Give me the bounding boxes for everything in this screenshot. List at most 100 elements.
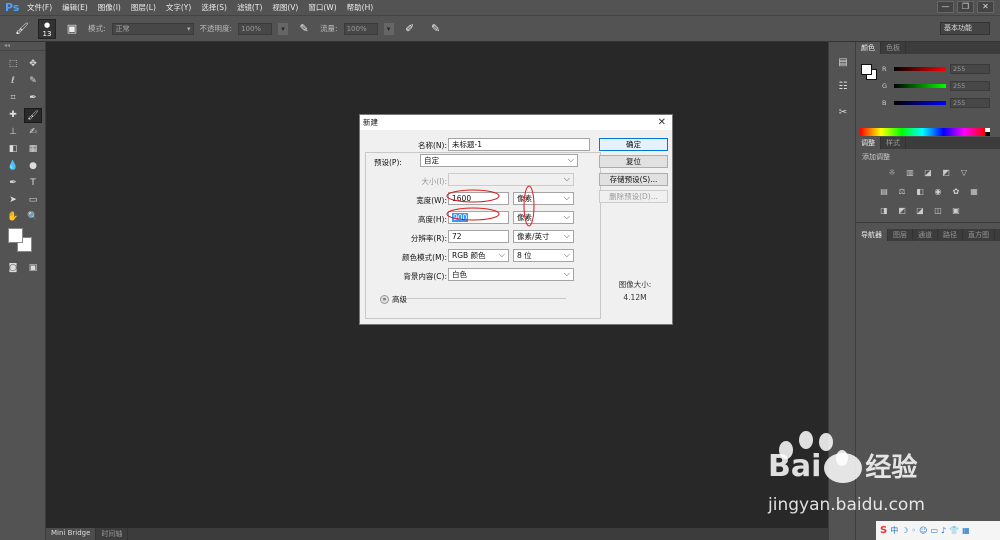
advanced-toggle[interactable]: » 高级 bbox=[380, 294, 407, 305]
selective-color-icon[interactable]: ◫ bbox=[932, 205, 944, 216]
slider-value-g[interactable]: 255 bbox=[950, 81, 990, 91]
slider-value-b[interactable]: 255 bbox=[950, 98, 990, 108]
history-panel-icon[interactable]: ▤ bbox=[835, 56, 851, 70]
marquee-tool-icon[interactable]: ⬚ bbox=[4, 57, 22, 72]
blur-tool-icon[interactable]: 💧 bbox=[4, 159, 22, 174]
tab-histogram[interactable]: 直方图 bbox=[963, 229, 995, 241]
gradient-tool-icon[interactable]: ▦ bbox=[24, 142, 42, 157]
path-select-icon[interactable]: ➤ bbox=[4, 193, 22, 208]
exposure-icon[interactable]: ◩ bbox=[940, 167, 952, 178]
background-select[interactable]: 白色 bbox=[448, 268, 574, 281]
color-swatches[interactable] bbox=[8, 228, 34, 254]
resolution-input[interactable]: 72 bbox=[448, 230, 509, 243]
brightness-icon[interactable]: ☼ bbox=[886, 167, 898, 178]
flow-dropdown[interactable]: ▾ bbox=[383, 22, 394, 35]
menu-edit[interactable]: 编辑(E) bbox=[62, 2, 88, 13]
curves-icon[interactable]: ◪ bbox=[922, 167, 934, 178]
slider-b[interactable] bbox=[894, 101, 946, 105]
menu-file[interactable]: 文件(F) bbox=[27, 2, 52, 13]
hue-saturation-icon[interactable]: ▤ bbox=[878, 186, 890, 197]
tab-layers[interactable]: 图层 bbox=[888, 229, 913, 241]
ime-moon-icon[interactable]: ☽ bbox=[901, 526, 908, 535]
ime-punct-icon[interactable]: ◦ bbox=[911, 526, 916, 535]
height-input[interactable]: 900 bbox=[448, 211, 509, 224]
name-input[interactable]: 未标题-1 bbox=[448, 138, 590, 151]
brush-tool-icon[interactable]: 🖌 bbox=[24, 108, 42, 123]
restore-button[interactable]: ❐ bbox=[957, 1, 974, 13]
width-input[interactable]: 1600 bbox=[448, 192, 509, 205]
pressure-opacity-icon[interactable]: ✎ bbox=[294, 20, 314, 38]
tab-navigator[interactable]: 导航器 bbox=[856, 229, 888, 241]
lasso-tool-icon[interactable]: ℓ bbox=[4, 74, 22, 89]
posterize-icon[interactable]: ◩ bbox=[896, 205, 908, 216]
shape-tool-icon[interactable]: ▭ bbox=[24, 193, 42, 208]
photo-filter-icon[interactable]: ◉ bbox=[932, 186, 944, 197]
invert-icon[interactable]: ◨ bbox=[878, 205, 890, 216]
reset-button[interactable]: 复位 bbox=[599, 155, 668, 168]
slider-r[interactable] bbox=[894, 67, 946, 71]
ime-emoji-icon[interactable]: ☺ bbox=[919, 526, 927, 535]
brush-panel-icon[interactable]: ▣ bbox=[62, 20, 82, 38]
flow-input[interactable]: 100% bbox=[343, 22, 378, 35]
color-lookup-icon[interactable]: ▦ bbox=[968, 186, 980, 197]
pressure-size-icon[interactable]: ✎ bbox=[426, 20, 446, 38]
width-unit-select[interactable]: 像素 bbox=[513, 192, 574, 205]
ime-tools-icon[interactable]: ▦ bbox=[962, 526, 970, 535]
channel-mixer-icon[interactable]: ✿ bbox=[950, 186, 962, 197]
workspace-select[interactable]: 基本功能 bbox=[940, 22, 990, 35]
eraser-tool-icon[interactable]: ◧ bbox=[4, 142, 22, 157]
quick-select-tool-icon[interactable]: ✎ bbox=[24, 74, 42, 89]
type-tool-icon[interactable]: T bbox=[24, 176, 42, 191]
menu-layer[interactable]: 图层(L) bbox=[131, 2, 156, 13]
menu-type[interactable]: 文字(Y) bbox=[166, 2, 191, 13]
opacity-dropdown[interactable]: ▾ bbox=[278, 22, 289, 35]
sogou-icon[interactable]: S bbox=[880, 525, 887, 536]
color-mode-select[interactable]: RGB 颜色 bbox=[448, 249, 509, 262]
healing-tool-icon[interactable]: ✚ bbox=[4, 108, 22, 123]
properties-panel-icon[interactable]: ☷ bbox=[835, 80, 851, 94]
foreground-color[interactable] bbox=[8, 228, 23, 243]
menu-help[interactable]: 帮助(H) bbox=[347, 2, 374, 13]
slider-g[interactable] bbox=[894, 84, 946, 88]
preset-select[interactable]: 自定 bbox=[420, 154, 578, 167]
crop-tool-icon[interactable]: ⌗ bbox=[4, 91, 22, 106]
history-brush-icon[interactable]: ✍ bbox=[24, 125, 42, 140]
vibrance-icon[interactable]: ▽ bbox=[958, 167, 970, 178]
screen-mode-icon[interactable]: ▣ bbox=[24, 261, 42, 276]
ime-skin-icon[interactable]: 👕 bbox=[949, 526, 959, 535]
ime-voice-icon[interactable]: ♪ bbox=[941, 526, 946, 535]
menu-select[interactable]: 选择(S) bbox=[201, 2, 227, 13]
dialog-close-icon[interactable]: ✕ bbox=[658, 115, 666, 130]
color-spectrum[interactable] bbox=[860, 128, 985, 136]
brush-preset-icon[interactable]: 🖌 bbox=[12, 20, 32, 38]
black-white-icon[interactable]: ◧ bbox=[914, 186, 926, 197]
tab-swatches[interactable]: 色板 bbox=[881, 42, 906, 54]
bit-depth-select[interactable]: 8 位 bbox=[513, 249, 574, 262]
resolution-unit-select[interactable]: 像素/英寸 bbox=[513, 230, 574, 243]
move-tool-icon[interactable]: ✥ bbox=[24, 57, 42, 72]
panel-foreground-swatch[interactable] bbox=[861, 64, 872, 75]
tab-styles[interactable]: 样式 bbox=[881, 137, 906, 149]
pen-tool-icon[interactable]: ✒ bbox=[4, 176, 22, 191]
dodge-tool-icon[interactable]: ● bbox=[24, 159, 42, 174]
stamp-tool-icon[interactable]: ⊥ bbox=[4, 125, 22, 140]
menu-image[interactable]: 图像(I) bbox=[98, 2, 121, 13]
tab-paths[interactable]: 路径 bbox=[938, 229, 963, 241]
ime-chinese-icon[interactable]: 中 bbox=[890, 525, 898, 536]
brush-size-picker[interactable]: ● 13 bbox=[38, 18, 56, 39]
color-balance-icon[interactable]: ⚖ bbox=[896, 186, 908, 197]
tab-mini-bridge[interactable]: Mini Bridge bbox=[46, 528, 97, 540]
levels-icon[interactable]: ▥ bbox=[904, 167, 916, 178]
tab-color[interactable]: 颜色 bbox=[856, 42, 881, 54]
quick-mask-icon[interactable]: ◙ bbox=[4, 261, 22, 276]
save-preset-button[interactable]: 存储预设(S)... bbox=[599, 173, 668, 186]
height-unit-select[interactable]: 像素 bbox=[513, 211, 574, 224]
threshold-icon[interactable]: ◪ bbox=[914, 205, 926, 216]
tab-timeline[interactable]: 时间轴 bbox=[96, 528, 129, 540]
black-white-ramp[interactable] bbox=[985, 128, 990, 136]
toolbox-handle[interactable]: ◂◂ bbox=[0, 42, 45, 51]
ime-keyboard-icon[interactable]: ▭ bbox=[930, 526, 938, 535]
mode-select[interactable]: 正常 bbox=[111, 22, 194, 35]
tool-presets-icon[interactable]: ✂ bbox=[835, 106, 851, 120]
ok-button[interactable]: 确定 bbox=[599, 138, 668, 151]
